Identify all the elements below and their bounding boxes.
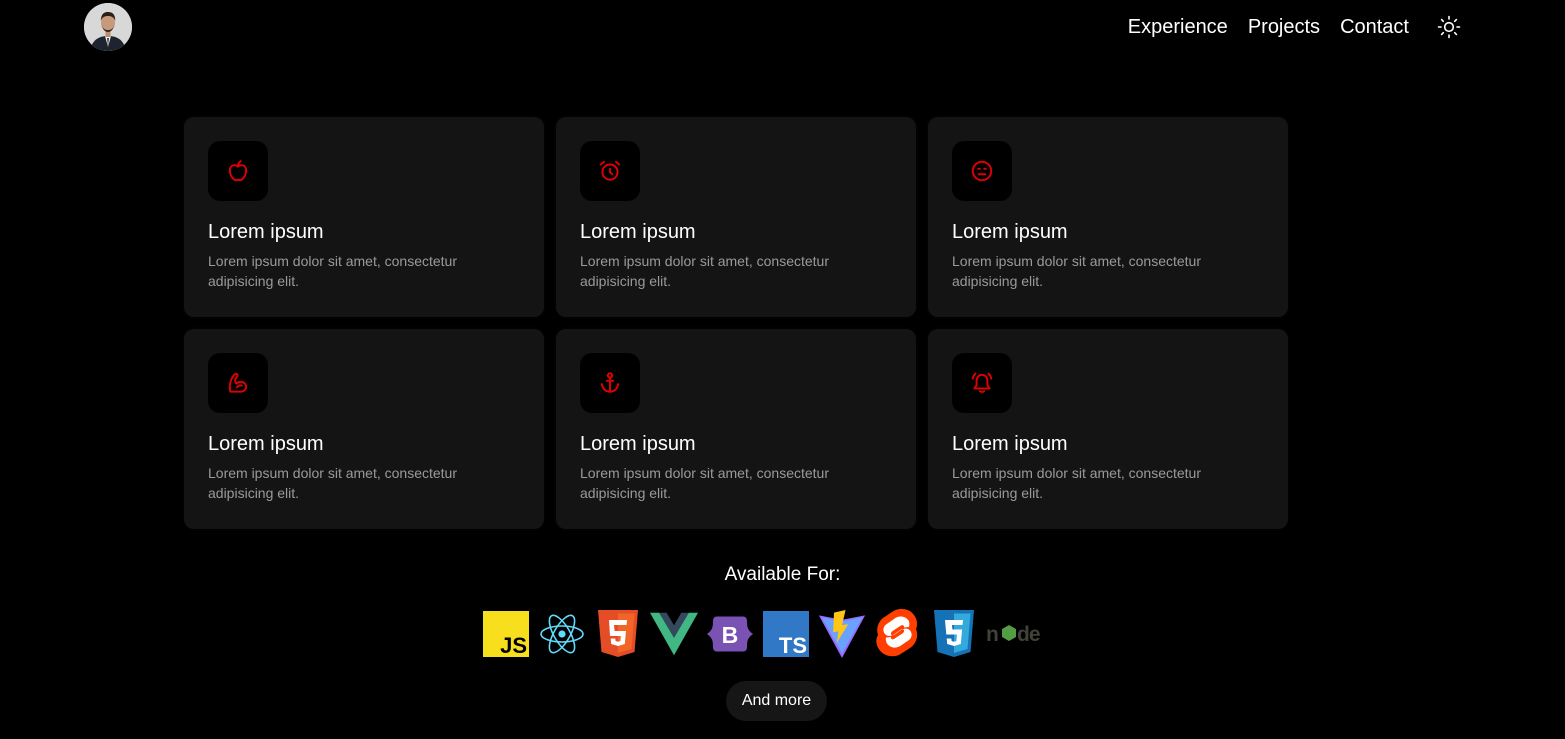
feature-description: Lorem ipsum dolor sit amet, consectetur … xyxy=(208,465,457,501)
bootstrap-logo: B xyxy=(706,609,754,659)
feature-description: Lorem ipsum dolor sit amet, consectetur … xyxy=(208,253,457,289)
bell-ringing-icon xyxy=(971,372,993,393)
svelte-logo xyxy=(874,608,922,659)
available-for-heading: Available For: xyxy=(724,564,841,585)
features-grid: Lorem ipsum Lorem ipsum dolor sit amet, … xyxy=(184,117,1288,529)
javascript-logo: JS xyxy=(482,609,530,659)
feature-icon-box xyxy=(952,141,1012,201)
feature-card: Lorem ipsum Lorem ipsum dolor sit amet, … xyxy=(928,117,1288,317)
alarm-clock-icon xyxy=(599,160,621,181)
html5-logo xyxy=(594,609,642,659)
svg-text:n: n xyxy=(986,623,998,646)
feature-card: Lorem ipsum Lorem ipsum dolor sit amet, … xyxy=(184,117,544,317)
feature-title: Lorem ipsum xyxy=(580,221,696,243)
muscle-icon xyxy=(228,372,248,393)
feature-card: Lorem ipsum Lorem ipsum dolor sit amet, … xyxy=(184,329,544,529)
sun-icon xyxy=(1437,15,1461,39)
nav-link-experience[interactable]: Experience xyxy=(1128,15,1228,39)
feature-description: Lorem ipsum dolor sit amet, consectetur … xyxy=(580,253,829,289)
feature-description: Lorem ipsum dolor sit amet, consectetur … xyxy=(952,253,1201,289)
feature-description: Lorem ipsum dolor sit amet, consectetur … xyxy=(580,465,829,501)
main-nav: Experience Projects Contact xyxy=(1108,15,1461,39)
typescript-logo: TS xyxy=(762,609,810,659)
feature-icon-box xyxy=(952,353,1012,413)
theme-toggle-button[interactable] xyxy=(1437,15,1461,39)
svg-text:TS: TS xyxy=(779,633,807,657)
feature-title: Lorem ipsum xyxy=(208,221,324,243)
vue-logo xyxy=(650,609,698,659)
avatar[interactable] xyxy=(84,3,132,51)
svg-text:de: de xyxy=(1017,623,1040,646)
vite-logo xyxy=(818,609,866,659)
feature-card: Lorem ipsum Lorem ipsum dolor sit amet, … xyxy=(556,117,916,317)
feature-icon-box xyxy=(208,353,268,413)
anchor-icon xyxy=(600,372,620,393)
feature-title: Lorem ipsum xyxy=(952,433,1068,455)
neutral-face-icon xyxy=(971,160,993,182)
svg-text:B: B xyxy=(722,622,739,648)
feature-icon-box xyxy=(580,353,640,413)
feature-description: Lorem ipsum dolor sit amet, consectetur … xyxy=(952,465,1201,501)
feature-title: Lorem ipsum xyxy=(580,433,696,455)
nodejs-logo: n de xyxy=(986,609,1048,659)
feature-card: Lorem ipsum Lorem ipsum dolor sit amet, … xyxy=(928,329,1288,529)
nav-link-projects[interactable]: Projects xyxy=(1248,15,1320,39)
feature-title: Lorem ipsum xyxy=(208,433,324,455)
css3-logo xyxy=(930,609,978,659)
svg-text:JS: JS xyxy=(500,633,527,657)
feature-title: Lorem ipsum xyxy=(952,221,1068,243)
feature-icon-box xyxy=(208,141,268,201)
feature-icon-box xyxy=(580,141,640,201)
and-more-button[interactable]: And more xyxy=(726,681,827,721)
apple-icon xyxy=(228,160,248,182)
nav-link-contact[interactable]: Contact xyxy=(1340,15,1409,39)
tech-logos: JS B TS n de xyxy=(482,608,1056,659)
feature-card: Lorem ipsum Lorem ipsum dolor sit amet, … xyxy=(556,329,916,529)
react-logo xyxy=(538,609,586,659)
